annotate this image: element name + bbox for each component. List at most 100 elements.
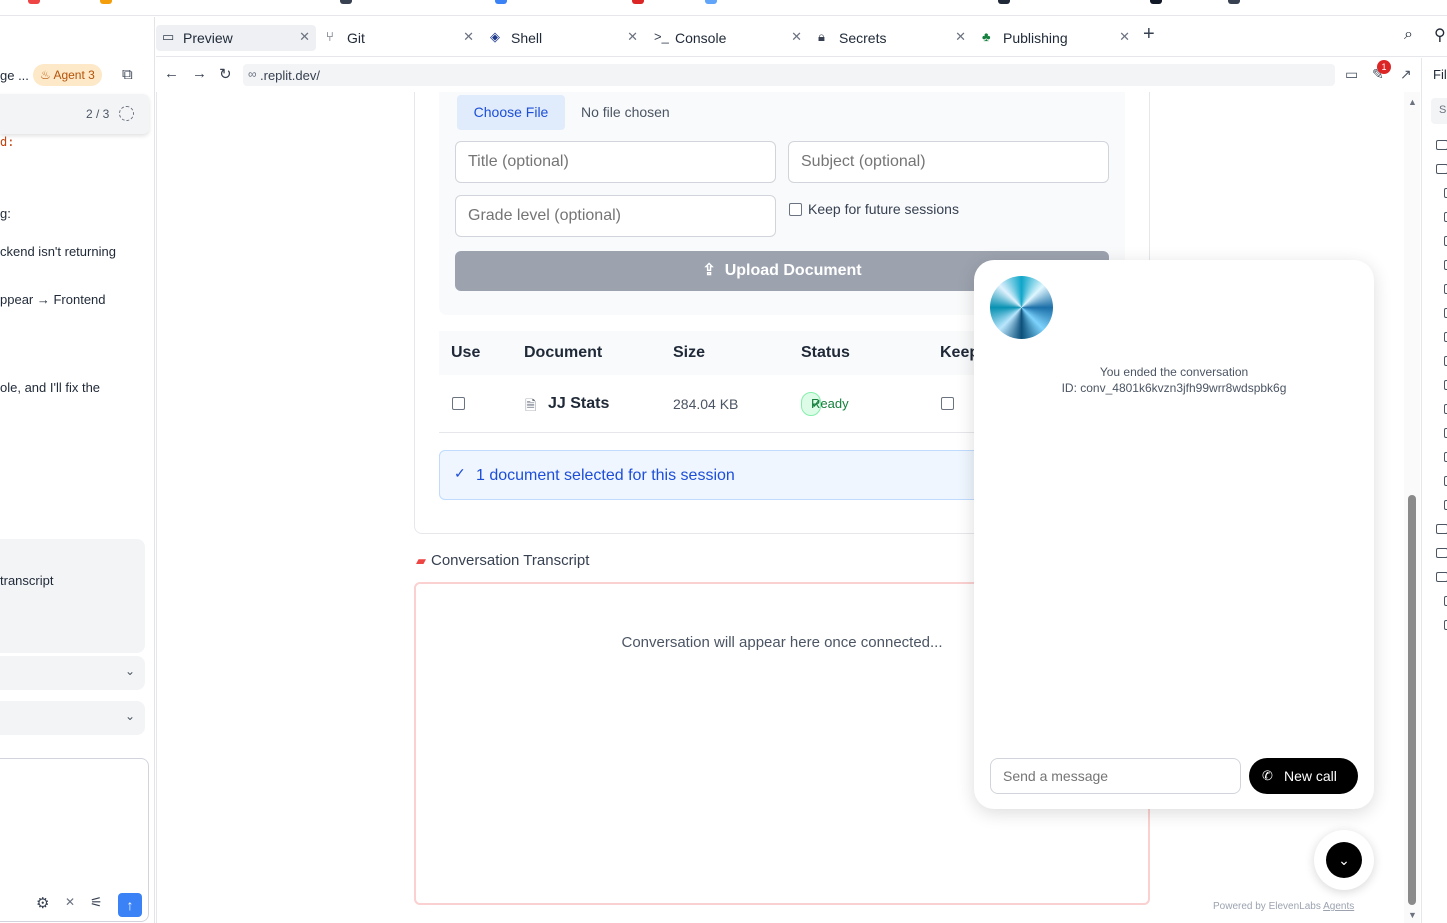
folder-icon[interactable] — [1436, 572, 1447, 582]
transcript-heading: ▰ Conversation Transcript — [416, 552, 589, 569]
folder-icon[interactable] — [1436, 524, 1447, 534]
agent-panel: ge ... ♨ Agent 3 ⧉ 2 / 3 d: g: ckend isn… — [0, 17, 155, 923]
files-title: Fil — [1433, 67, 1447, 82]
files-search-input[interactable]: S — [1431, 98, 1447, 124]
document-size: 284.04 KB — [673, 396, 739, 412]
chat-text-line: transcript — [0, 573, 54, 588]
link-icon: ∞ — [248, 67, 257, 81]
close-icon[interactable]: ✕ — [65, 895, 75, 909]
tab-label: Console — [675, 30, 727, 46]
agent-panel-header: ge ... ♨ Agent 3 ⧉ — [0, 61, 150, 89]
subject-input[interactable] — [788, 141, 1109, 183]
use-checkbox[interactable] — [452, 397, 465, 410]
preview-scrollbar[interactable]: ▲ ▼ — [1404, 92, 1420, 923]
agent-badge-label: Agent 3 — [53, 68, 95, 82]
tab-label: Git — [347, 30, 365, 46]
conversation-status: You ended the conversation ID: conv_4801… — [974, 364, 1374, 396]
grade-level-input[interactable] — [455, 195, 776, 237]
upload-button-label: Upload Document — [724, 262, 862, 279]
open-new-tab-icon[interactable]: ↗ — [1400, 66, 1412, 83]
chat-text-line: ppear → Frontend — [0, 292, 106, 307]
terminal-icon: >_ — [654, 29, 669, 44]
tab-shell[interactable]: ◈ Shell ✕ — [484, 25, 644, 51]
selection-notice-text: 1 document selected for this session — [476, 467, 735, 484]
agent-orb-avatar — [990, 276, 1053, 339]
conversation-id: ID: conv_4801k6kvzn3jfh99wrr8wdspbk6g — [1061, 381, 1287, 395]
preview-url-bar: ← → ↻ ∞ .replit.dev/ ▭ ✎ 1 ↗ — [156, 58, 1423, 92]
close-icon[interactable]: ✕ — [791, 29, 802, 45]
new-call-label: New call — [1284, 768, 1337, 784]
tab-label: Publishing — [1003, 30, 1068, 46]
close-icon[interactable]: ✕ — [463, 29, 474, 45]
widget-toggle-button[interactable]: ⌄ — [1314, 830, 1374, 890]
title-input[interactable] — [455, 141, 776, 183]
reload-icon[interactable]: ↻ — [219, 65, 232, 83]
chat-text-line: d: — [0, 135, 15, 149]
user-icon[interactable]: ⚲ — [1434, 25, 1446, 45]
keep-checkbox[interactable] — [941, 397, 954, 410]
forward-arrow-icon[interactable]: → — [192, 65, 207, 82]
chat-text-line: ole, and I'll fix the — [0, 380, 101, 395]
add-tab-plus-icon[interactable]: + — [1143, 23, 1155, 46]
send-message-input[interactable] — [990, 758, 1241, 794]
loading-spinner-icon — [119, 106, 134, 121]
voice-agent-widget: You ended the conversation ID: conv_4801… — [974, 260, 1374, 809]
document-icon: 🗎︎ — [525, 397, 537, 413]
transcript-title: Conversation Transcript — [431, 552, 590, 569]
chat-text-line: g: — [0, 206, 11, 221]
new-call-button[interactable]: ✆ New call — [1249, 758, 1358, 794]
publish-icon: ♣ — [982, 29, 991, 44]
scroll-down-icon[interactable]: ▼ — [1408, 910, 1417, 920]
folder-icon[interactable] — [1436, 140, 1447, 150]
status-badge: ✓ Ready — [801, 392, 849, 416]
column-header: Size — [673, 344, 706, 361]
chevron-down-icon: ⌄ — [1326, 842, 1362, 878]
collapsible-section[interactable]: ⌄ — [0, 656, 145, 690]
collapsible-section[interactable]: ⌄ — [0, 701, 145, 735]
notification-badge: 1 — [1377, 60, 1391, 74]
keep-checkbox[interactable] — [789, 203, 802, 216]
close-icon[interactable]: ✕ — [955, 29, 966, 45]
powered-by: Powered by ElevenLabs Agents — [1213, 901, 1354, 912]
column-header: Use — [451, 344, 481, 361]
chevron-down-icon: ⌄ — [124, 709, 135, 723]
agent-chat-title[interactable]: ge ... — [0, 68, 29, 83]
checkpoint-pager: 2 / 3 — [0, 94, 149, 134]
close-icon[interactable]: ✕ — [627, 29, 638, 45]
scrollbar-thumb[interactable] — [1408, 495, 1416, 905]
folder-icon[interactable] — [1436, 548, 1447, 558]
close-icon[interactable]: ✕ — [1119, 29, 1130, 45]
keep-label: Keep for future sessions — [808, 201, 959, 217]
tab-secrets[interactable]: 🔒︎ Secrets ✕ — [812, 25, 972, 51]
url-input[interactable]: ∞ .replit.dev/ — [243, 64, 1335, 86]
checkmark-icon: ✓ — [454, 465, 466, 481]
lock-icon: 🔒︎ — [818, 29, 825, 44]
search-icon[interactable]: ⌕ — [1404, 26, 1413, 44]
choose-file-button[interactable]: Choose File — [457, 95, 565, 130]
tab-publishing[interactable]: ♣ Publishing ✕ — [976, 25, 1136, 51]
phone-icon: ✆ — [1262, 768, 1273, 783]
settings-gear-icon[interactable]: ⚙ — [36, 894, 49, 912]
close-icon[interactable]: ✕ — [299, 29, 310, 45]
send-arrow-icon[interactable]: ↑ — [118, 893, 142, 917]
keep-sessions-option[interactable]: Keep for future sessions — [789, 201, 959, 217]
tab-git[interactable]: ⑂ Git ✕ — [320, 25, 480, 51]
devices-icon[interactable]: ▭ — [1345, 66, 1358, 83]
new-chat-icon[interactable]: ⧉ — [122, 66, 133, 83]
scroll-up-icon[interactable]: ▲ — [1408, 97, 1417, 107]
sliders-icon[interactable]: ⚟ — [90, 894, 103, 911]
document-name: JJ Stats — [548, 395, 610, 412]
git-branch-icon: ⑂ — [326, 29, 334, 44]
agents-link[interactable]: Agents — [1323, 901, 1354, 912]
powered-by-text: Powered by ElevenLabs — [1213, 901, 1321, 912]
tab-label: Shell — [511, 30, 543, 46]
folder-icon[interactable] — [1436, 164, 1447, 174]
input-toolbar: ⚙ ✕ ⚟ ↑ — [36, 893, 146, 917]
back-arrow-icon[interactable]: ← — [164, 65, 179, 82]
column-header: Status — [801, 344, 850, 361]
tab-console[interactable]: >_ Console ✕ — [648, 25, 808, 51]
agent-icon: ♨ — [40, 68, 51, 82]
tab-preview[interactable]: ▭ Preview ✕ — [156, 25, 316, 51]
files-panel: Fil S — [1421, 58, 1447, 923]
agent-badge[interactable]: ♨ Agent 3 — [33, 64, 102, 86]
